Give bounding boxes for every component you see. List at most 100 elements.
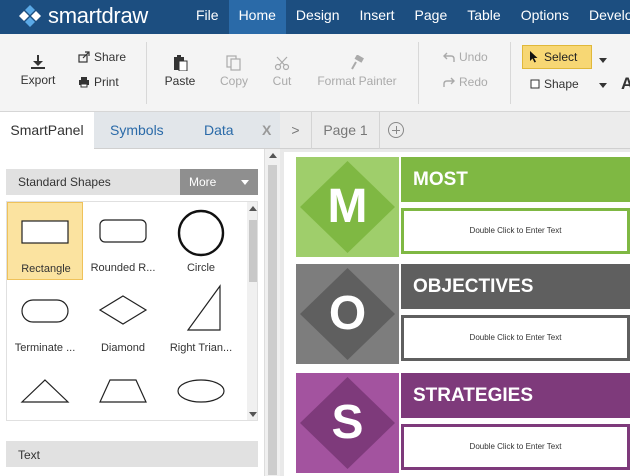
print-button[interactable]: Print bbox=[78, 75, 119, 89]
paste-label: Paste bbox=[164, 74, 196, 88]
trapezoid-icon bbox=[99, 379, 147, 403]
section-title: Standard Shapes bbox=[18, 175, 111, 189]
tab-page-1[interactable]: Page 1 bbox=[312, 112, 380, 149]
tab-smartpanel[interactable]: SmartPanel bbox=[0, 112, 94, 149]
right-triangle-icon bbox=[186, 284, 221, 331]
letter-tile[interactable]: M bbox=[296, 157, 399, 257]
shape-trapezoid[interactable] bbox=[85, 362, 161, 420]
shape-dropdown-caret[interactable] bbox=[599, 83, 607, 88]
copy-label: Copy bbox=[219, 74, 248, 88]
copy-button[interactable]: Copy bbox=[214, 55, 254, 88]
page-tabs-bar: > Page 1 bbox=[280, 112, 630, 149]
shape-library-scrollbar[interactable] bbox=[247, 202, 257, 420]
shape-tool-button[interactable]: Shape bbox=[530, 77, 579, 91]
cut-label: Cut bbox=[272, 74, 292, 88]
shape-diamond[interactable]: Diamond bbox=[85, 282, 161, 360]
shape-name: Rectangle bbox=[21, 263, 71, 275]
more-label: More bbox=[189, 175, 217, 189]
top-nav-bar: smartdraw File Home Design Insert Page T… bbox=[0, 0, 630, 34]
shape-name: Right Trian... bbox=[169, 342, 233, 354]
most-block-m[interactable]: M MOST Double Click to Enter Text bbox=[296, 157, 630, 259]
home-ribbon: Export Share Print Paste Copy Cut Format… bbox=[0, 34, 630, 112]
select-tool-button[interactable]: Select bbox=[522, 45, 592, 69]
shape-library: Rectangle Rounded R... Circle Terminate … bbox=[6, 201, 258, 421]
scroll-down-icon[interactable] bbox=[249, 412, 257, 417]
scroll-up-icon[interactable] bbox=[249, 206, 257, 211]
more-button[interactable]: More bbox=[180, 169, 258, 195]
menu-table[interactable]: Table bbox=[457, 0, 510, 34]
scrollbar-thumb[interactable] bbox=[268, 165, 277, 475]
shape-terminator[interactable]: Terminate ... bbox=[7, 282, 83, 360]
block-text-field[interactable]: Double Click to Enter Text bbox=[401, 315, 630, 361]
most-block-o[interactable]: O OBJECTIVES Double Click to Enter Text bbox=[296, 264, 630, 366]
logo-icon bbox=[19, 5, 41, 27]
block-text-field[interactable]: Double Click to Enter Text bbox=[401, 424, 630, 470]
standard-shapes-header[interactable]: Standard Shapes More bbox=[6, 169, 258, 195]
block-text-field[interactable]: Double Click to Enter Text bbox=[401, 208, 630, 254]
drawing-page[interactable]: M MOST Double Click to Enter Text O OBJE… bbox=[284, 152, 630, 476]
shape-circle[interactable]: Circle bbox=[163, 202, 239, 280]
cursor-arrow-icon bbox=[530, 51, 538, 63]
redo-button[interactable]: Redo bbox=[443, 75, 488, 89]
block-title[interactable]: MOST bbox=[401, 157, 630, 202]
tab-data[interactable]: Data bbox=[204, 112, 234, 149]
menu-options[interactable]: Options bbox=[511, 0, 579, 34]
tile-letter: O bbox=[328, 287, 367, 340]
ribbon-divider bbox=[146, 42, 147, 104]
menu-insert[interactable]: Insert bbox=[350, 0, 405, 34]
text-style-letter: A bbox=[621, 74, 630, 93]
scrollbar-thumb[interactable] bbox=[249, 220, 257, 282]
triangle-icon bbox=[20, 379, 70, 403]
shape-name: Terminate ... bbox=[14, 342, 76, 354]
share-button[interactable]: Share bbox=[78, 50, 126, 64]
menu-home[interactable]: Home bbox=[228, 0, 286, 34]
print-label: Print bbox=[94, 75, 119, 89]
close-panel-button[interactable]: X bbox=[262, 112, 271, 148]
shape-name: Diamond bbox=[100, 342, 146, 354]
drawing-canvas[interactable]: M MOST Double Click to Enter Text O OBJE… bbox=[280, 149, 630, 476]
letter-tile[interactable]: S bbox=[296, 373, 399, 473]
page-nav-button[interactable]: > bbox=[280, 112, 312, 149]
shape-label: Shape bbox=[544, 77, 579, 91]
shape-right-triangle[interactable]: Right Trian... bbox=[163, 282, 239, 360]
tab-symbols[interactable]: Symbols bbox=[110, 112, 164, 149]
cut-button[interactable]: Cut bbox=[262, 55, 302, 88]
undo-icon bbox=[443, 52, 455, 62]
menu-file[interactable]: File bbox=[186, 0, 229, 34]
text-section-header[interactable]: Text bbox=[6, 441, 258, 467]
export-icon bbox=[31, 55, 45, 69]
copy-icon bbox=[226, 55, 241, 71]
menu-developer[interactable]: Develo bbox=[579, 0, 630, 34]
shape-triangle[interactable] bbox=[7, 362, 83, 420]
text-style-button[interactable]: A bbox=[621, 74, 630, 94]
block-title[interactable]: STRATEGIES bbox=[401, 373, 630, 418]
block-title[interactable]: OBJECTIVES bbox=[401, 264, 630, 309]
logo-text: smartdraw bbox=[48, 3, 148, 28]
panel-scrollbar[interactable] bbox=[264, 149, 280, 476]
format-painter-label: Format Painter bbox=[317, 74, 397, 88]
tile-letter: S bbox=[331, 396, 364, 449]
shape-ellipse[interactable] bbox=[163, 362, 239, 420]
shape-name: Rounded R... bbox=[90, 262, 156, 274]
letter-tile[interactable]: O bbox=[296, 264, 399, 364]
undo-button[interactable]: Undo bbox=[443, 50, 488, 64]
smartdraw-logo[interactable]: smartdraw bbox=[18, 3, 148, 29]
print-icon bbox=[79, 77, 89, 88]
export-button[interactable]: Export bbox=[16, 54, 60, 87]
menu-page[interactable]: Page bbox=[405, 0, 458, 34]
select-label: Select bbox=[544, 50, 578, 64]
rectangle-icon bbox=[21, 220, 69, 244]
ellipse-icon bbox=[177, 379, 225, 403]
paste-button[interactable]: Paste bbox=[160, 55, 200, 88]
format-painter-button[interactable]: Format Painter bbox=[314, 55, 400, 88]
redo-icon bbox=[443, 77, 455, 87]
select-dropdown-caret[interactable] bbox=[599, 58, 607, 63]
most-block-s[interactable]: S STRATEGIES Double Click to Enter Text bbox=[296, 373, 630, 475]
shape-name: Circle bbox=[186, 262, 216, 274]
scroll-up-icon[interactable] bbox=[269, 153, 277, 158]
menu-design[interactable]: Design bbox=[286, 0, 350, 34]
add-page-icon[interactable] bbox=[388, 122, 404, 138]
chevron-down-icon bbox=[241, 180, 249, 185]
shape-rounded-rectangle[interactable]: Rounded R... bbox=[85, 202, 161, 280]
shape-rectangle[interactable]: Rectangle bbox=[7, 202, 83, 280]
